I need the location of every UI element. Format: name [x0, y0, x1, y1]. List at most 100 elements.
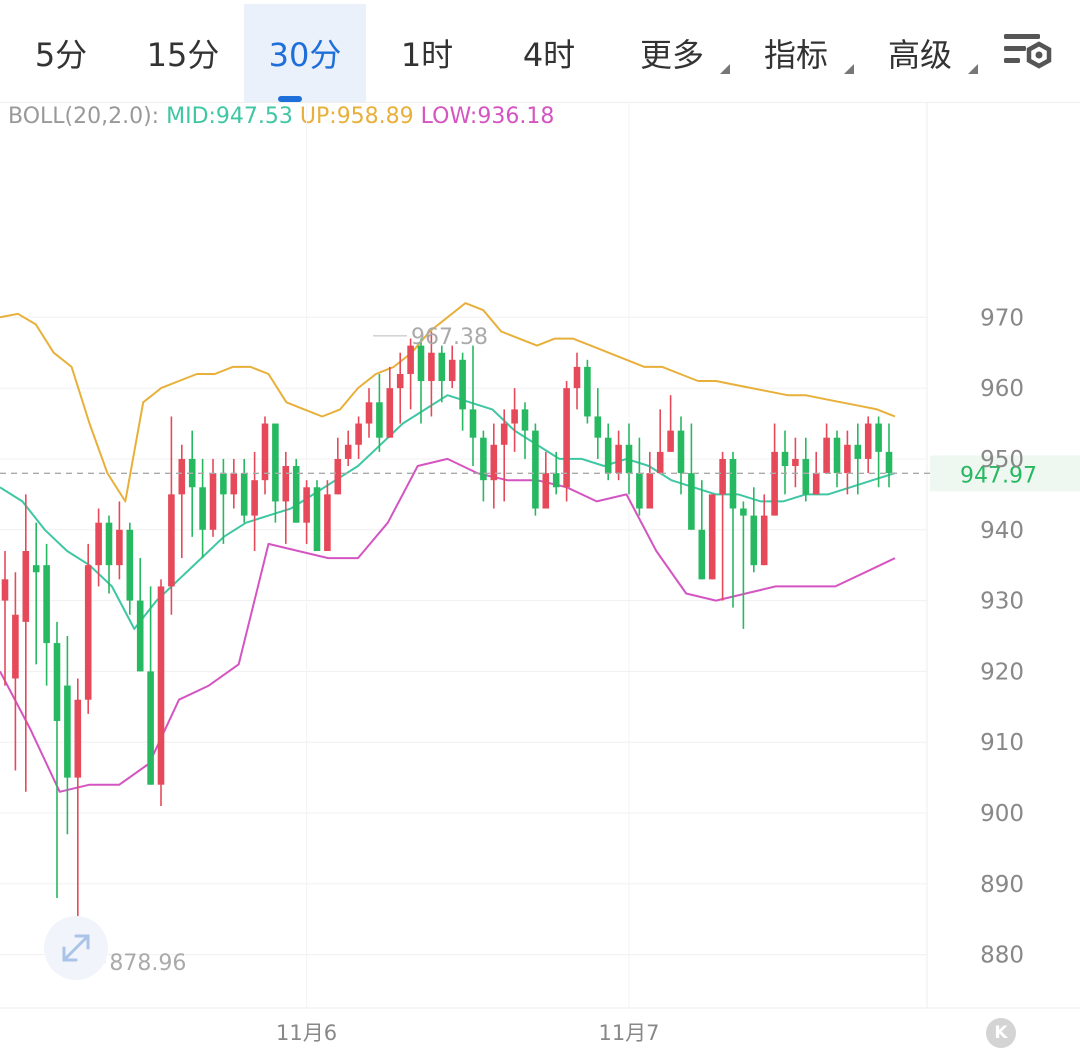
- candle-body: [802, 458, 810, 495]
- candle-body: [781, 451, 789, 467]
- candle: [188, 430, 196, 537]
- candle: [833, 430, 841, 488]
- candle-body: [178, 458, 186, 495]
- candle: [32, 522, 40, 665]
- candle-body: [355, 423, 362, 445]
- candle-body: [292, 466, 300, 523]
- candle-body: [282, 466, 290, 502]
- chart-settings-icon[interactable]: [1000, 30, 1058, 80]
- candle-body: [625, 444, 633, 474]
- candle: [303, 480, 310, 544]
- candle-body: [885, 451, 893, 474]
- candle-body: [407, 345, 414, 374]
- candle: [563, 381, 570, 502]
- price-tick-label: 910: [980, 730, 1024, 756]
- candle: [261, 416, 269, 495]
- price-tick-label: 960: [980, 376, 1024, 402]
- tab-30min[interactable]: 30分: [244, 4, 366, 102]
- candle-body: [511, 409, 518, 424]
- candle-body: [126, 529, 134, 601]
- candle-body: [303, 487, 310, 523]
- candle: [636, 437, 643, 516]
- tab-label: 1时: [400, 36, 454, 74]
- candle: [469, 345, 477, 467]
- candle: [220, 458, 227, 544]
- expand-arrows-icon[interactable]: [44, 916, 108, 980]
- candle: [84, 543, 92, 714]
- tab-1hour[interactable]: 1时: [366, 4, 488, 102]
- candle-body: [147, 671, 154, 785]
- candle-body: [667, 430, 674, 452]
- time-axis: 11月6 11月7: [276, 1021, 659, 1045]
- candle-body: [844, 444, 851, 474]
- candle-body: [542, 473, 550, 509]
- candle: [147, 586, 154, 785]
- price-tick-label: 900: [980, 801, 1024, 827]
- tab-5min[interactable]: 5分: [0, 4, 122, 102]
- candle-body: [864, 423, 872, 459]
- candle-body: [334, 458, 342, 495]
- candle-body: [490, 444, 498, 481]
- candle-body: [376, 402, 383, 438]
- candle-body: [365, 402, 373, 424]
- candle-body: [22, 551, 30, 622]
- candle-body: [719, 458, 726, 495]
- candlestick-chart[interactable]: 947.97967.38878.96 970960950940930920910…: [0, 103, 1080, 1050]
- candle-body: [823, 437, 830, 474]
- tab-label: 5分: [34, 36, 88, 74]
- candle-body: [615, 444, 622, 474]
- candle-body: [136, 600, 144, 672]
- time-tick-label: 11月7: [598, 1021, 659, 1045]
- candle: [157, 579, 165, 806]
- candle-body: [438, 352, 446, 382]
- price-tick-label: 930: [980, 589, 1024, 615]
- candle: [760, 494, 768, 566]
- candle: [802, 437, 810, 502]
- candle: [625, 423, 633, 495]
- candle: [116, 501, 123, 580]
- candle: [573, 352, 581, 410]
- candle-body: [708, 494, 716, 580]
- candle-body: [688, 473, 695, 530]
- candle-body: [771, 451, 778, 516]
- candle-body: [240, 473, 248, 516]
- candle: [209, 458, 217, 537]
- candle-body: [272, 423, 279, 502]
- candle-body: [646, 473, 654, 509]
- scroll-latest-button[interactable]: K: [986, 1018, 1016, 1048]
- candle-body: [812, 473, 820, 495]
- candle: [719, 451, 726, 601]
- candle-body: [656, 451, 664, 474]
- candle: [386, 366, 394, 438]
- candle: [178, 444, 186, 559]
- candle: [480, 430, 487, 502]
- candle-body: [740, 508, 747, 516]
- tab-4hour[interactable]: 4时: [488, 4, 610, 102]
- price-tick-label: 920: [980, 659, 1024, 685]
- candle: [43, 543, 50, 686]
- candle-body: [261, 423, 269, 481]
- tab-15min[interactable]: 15分: [122, 4, 244, 102]
- candle: [781, 430, 789, 495]
- candle-body: [875, 423, 882, 452]
- candle: [646, 451, 654, 509]
- candle: [438, 345, 446, 403]
- tab-advanced[interactable]: 高级: [858, 4, 982, 102]
- candle: [240, 458, 248, 523]
- bollinger-bands: [0, 302, 896, 793]
- boll-mid-line: [0, 394, 896, 630]
- candle: [324, 480, 331, 552]
- tab-more[interactable]: 更多: [610, 4, 734, 102]
- candle: [355, 416, 362, 459]
- tab-label: 15分: [146, 36, 220, 74]
- dropdown-triangle-icon: [844, 64, 854, 74]
- candle: [844, 430, 851, 495]
- candle: [594, 388, 602, 459]
- candle: [490, 423, 498, 509]
- candle: [532, 423, 539, 516]
- candle-body: [220, 473, 227, 495]
- candle-body: [43, 565, 50, 644]
- tab-indicators[interactable]: 指标: [734, 4, 858, 102]
- candle-body: [636, 473, 643, 509]
- timeframe-tabbar: 5分 15分 30分 1时 4时 更多 指标 高级: [0, 0, 1080, 102]
